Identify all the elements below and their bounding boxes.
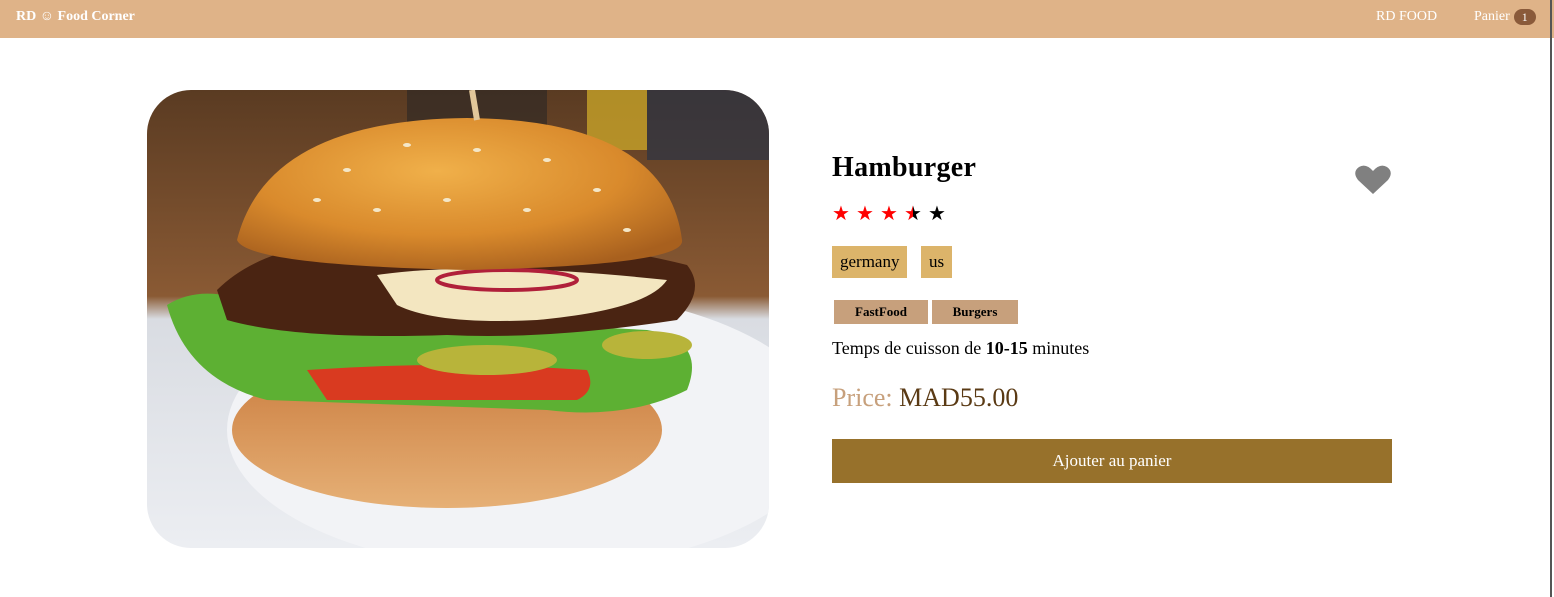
origin-badge-germany: germany [832,246,908,278]
star-icon: ★ [928,203,946,225]
top-navbar: RD ☺ Food Corner RD FOOD Panier 1 [0,0,1554,38]
tag-burgers[interactable]: Burgers [932,300,1018,324]
brand-logo[interactable]: RD ☺ Food Corner [16,9,135,25]
favorite-heart-icon[interactable] [1354,164,1392,196]
cook-time-suffix: minutes [1032,338,1090,358]
product-title: Hamburger [832,152,977,183]
cook-time: Temps de cuisson de 10-15 minutes [832,338,1089,359]
star-icon: ★ [904,203,922,225]
rating-stars: ★ ★ ★ ★ ★ [832,204,946,224]
origin-badge-us: us [921,246,953,278]
star-icon: ★ [856,203,874,225]
tag-fastfood[interactable]: FastFood [834,300,928,324]
add-to-cart-button[interactable]: Ajouter au panier [832,439,1392,483]
nav-cart-label: Panier [1474,9,1510,24]
price: Price: MAD55.00 [832,383,1018,413]
star-icon: ★ [880,203,898,225]
price-value: MAD55.00 [899,383,1019,412]
page-scrollbar[interactable] [1550,0,1552,597]
nav-rd-food[interactable]: RD FOOD [1376,9,1437,25]
cart-count-badge: 1 [1513,9,1536,25]
cook-time-prefix: Temps de cuisson de [832,338,982,358]
cook-time-value: 10-15 [985,338,1028,358]
price-label: Price: [832,383,893,412]
star-icon: ★ [832,203,850,225]
product-image [147,90,769,548]
nav-cart[interactable]: Panier 1 [1474,9,1536,25]
